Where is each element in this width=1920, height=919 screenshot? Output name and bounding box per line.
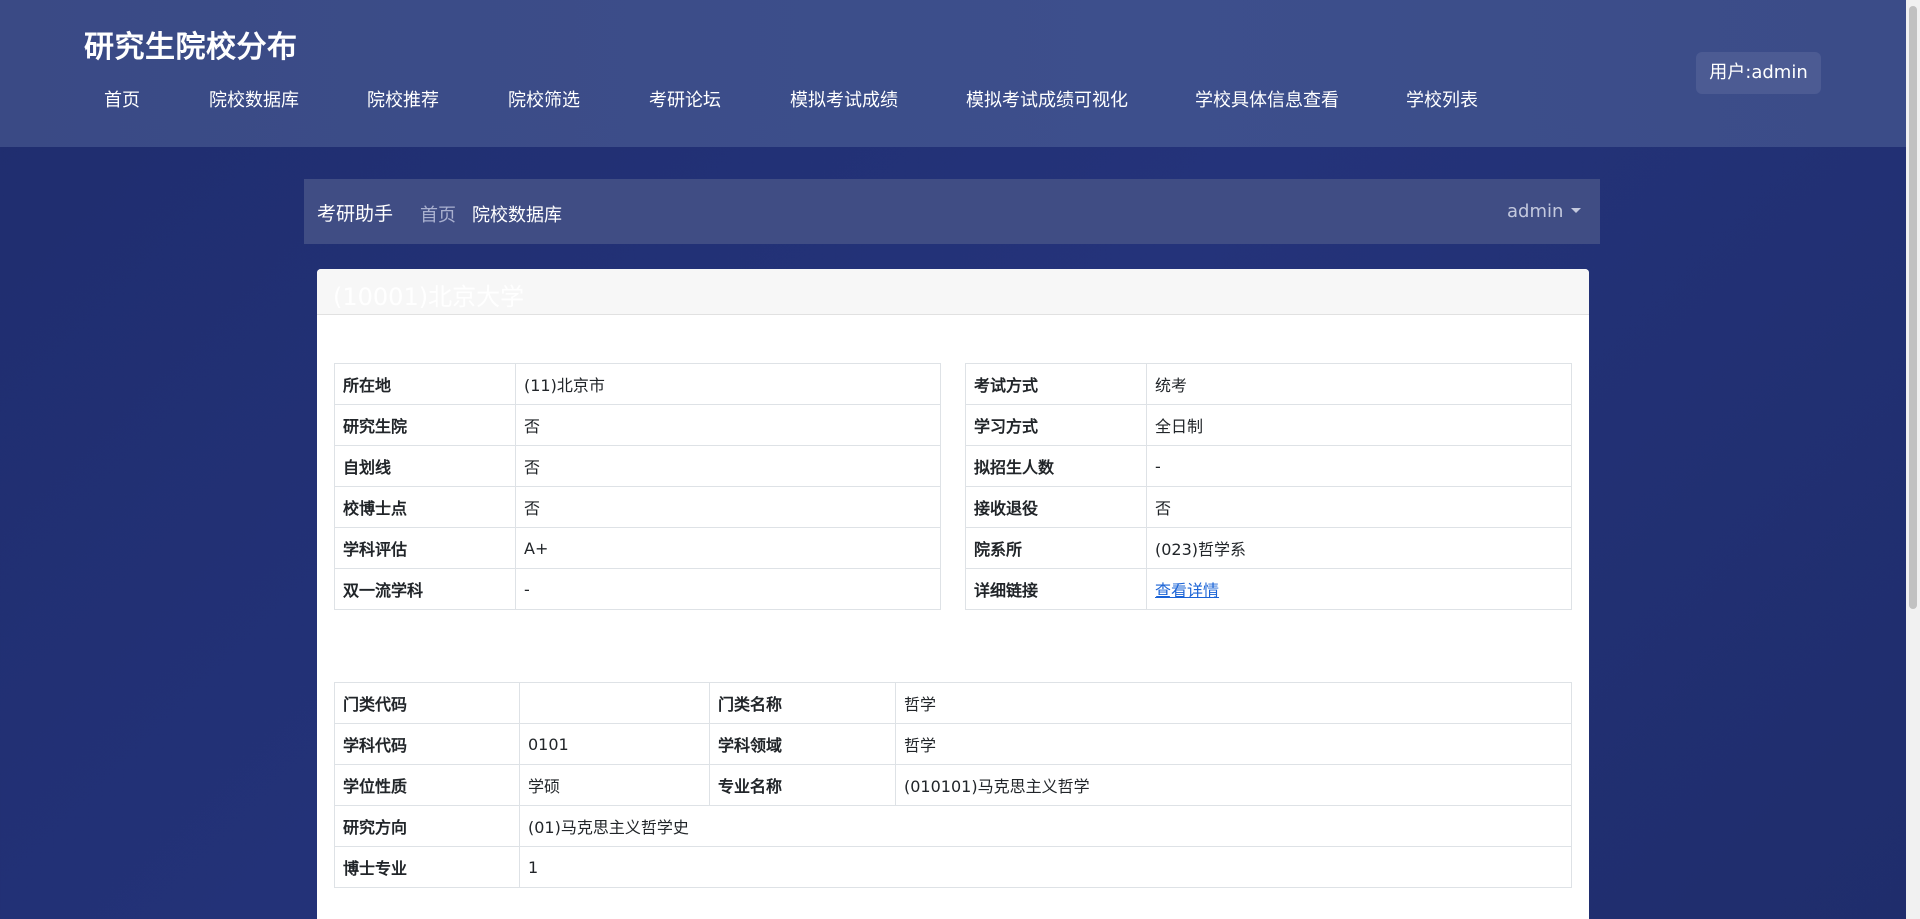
table-row: 考试方式 统考 <box>965 363 1572 405</box>
subject-field-label: 学科领域 <box>709 723 896 765</box>
row-value: 统考 <box>1146 363 1572 405</box>
school-detail-card: (10001)北京大学 所在地 (11)北京市 研究生院否 自划线否 校博士点否 … <box>317 269 1589 919</box>
row-value: - <box>1146 445 1572 487</box>
row-value: (11)北京市 <box>515 363 941 405</box>
table-row: 门类代码 门类名称 哲学 <box>334 682 1572 724</box>
row-value: 全日制 <box>1146 404 1572 446</box>
nav-school-info[interactable]: 学校具体信息查看 <box>1195 86 1339 112</box>
table-row: 接收退役否 <box>965 486 1572 528</box>
nav-forum[interactable]: 考研论坛 <box>649 86 721 112</box>
row-label: 校博士点 <box>334 486 516 528</box>
degree-type-value: 学硕 <box>519 764 710 806</box>
school-basic-table: 所在地 (11)北京市 研究生院否 自划线否 校博士点否 学科评估 A+ 双一流学科… <box>334 363 941 610</box>
nav-school-database[interactable]: 院校数据库 <box>209 86 299 112</box>
major-name-value: (010101)马克思主义哲学 <box>895 764 1572 806</box>
row-value: 否 <box>515 486 941 528</box>
scrollbar-thumb[interactable] <box>1909 6 1917 609</box>
category-code-value <box>519 682 710 724</box>
exam-info-table: 考试方式 统考 学习方式 全日制 拟招生人数 - 接收退役否 院系所 (023)哲学系 … <box>965 363 1572 610</box>
category-code-label: 门类代码 <box>334 682 520 724</box>
subject-code-label: 学科代码 <box>334 723 520 765</box>
row-value: - <box>515 568 941 610</box>
table-row: 拟招生人数 - <box>965 445 1572 487</box>
degree-type-label: 学位性质 <box>334 764 520 806</box>
row-label: 学习方式 <box>965 404 1147 446</box>
row-label: 接收退役 <box>965 486 1147 528</box>
breadcrumb-home[interactable]: 首页 <box>420 201 456 227</box>
row-label: 拟招生人数 <box>965 445 1147 487</box>
phd-label: 博士专业 <box>334 846 520 888</box>
user-badge[interactable]: 用户:admin <box>1696 52 1821 94</box>
row-value: (023)哲学系 <box>1146 527 1572 569</box>
row-value: 否 <box>515 404 941 446</box>
row-value: 否 <box>515 445 941 487</box>
nav-school-list[interactable]: 学校列表 <box>1406 86 1478 112</box>
breadcrumb-current: 院校数据库 <box>472 205 562 226</box>
table-row: 博士专业 1 <box>334 846 1572 888</box>
table-row: 双一流学科 - <box>334 568 941 610</box>
breadcrumb-bar: 考研助手 首页 院校数据库 admin <box>304 179 1600 244</box>
category-name-label: 门类名称 <box>709 682 896 724</box>
major-name-label: 专业名称 <box>709 764 896 806</box>
row-label: 双一流学科 <box>334 568 516 610</box>
research-label: 研究方向 <box>334 805 520 847</box>
row-label: 详细链接 <box>965 568 1147 610</box>
row-value: A+ <box>515 527 941 569</box>
account-name: admin <box>1507 201 1564 222</box>
major-detail-table: 门类代码 门类名称 哲学 学科代码 0101 学科领域 哲学 学位性质 学硕 专… <box>334 682 1572 888</box>
table-row: 自划线否 <box>334 445 941 487</box>
page-scrollbar[interactable] <box>1906 0 1920 919</box>
table-row: 院系所 (023)哲学系 <box>965 527 1572 569</box>
detail-link[interactable]: 查看详情 <box>1155 581 1219 600</box>
row-label: 院系所 <box>965 527 1147 569</box>
research-value: (01)马克思主义哲学史 <box>519 805 1572 847</box>
caret-down-icon <box>1571 207 1582 213</box>
table-row: 学科代码 0101 学科领域 哲学 <box>334 723 1572 765</box>
table-row: 学科评估 A+ <box>334 527 941 569</box>
table-row: 校博士点否 <box>334 486 941 528</box>
row-label: 研究生院 <box>334 404 516 446</box>
phd-value: 1 <box>519 846 1572 888</box>
subject-code-value: 0101 <box>519 723 710 765</box>
row-label: 学科评估 <box>334 527 516 569</box>
site-title: 研究生院校分布 <box>84 30 298 65</box>
table-row: 学习方式 全日制 <box>965 404 1572 446</box>
card-header: (10001)北京大学 <box>317 269 1589 315</box>
top-header: 研究生院校分布 首页 院校数据库 院校推荐 院校筛选 考研论坛 模拟考试成绩 模… <box>0 0 1906 147</box>
brand-name[interactable]: 考研助手 <box>317 199 393 226</box>
table-row: 详细链接 查看详情 <box>965 568 1572 610</box>
table-row: 学位性质 学硕 专业名称 (010101)马克思主义哲学 <box>334 764 1572 806</box>
nav-home[interactable]: 首页 <box>104 86 140 112</box>
nav-mock-scores-visual[interactable]: 模拟考试成绩可视化 <box>966 86 1128 112</box>
nav-school-filter[interactable]: 院校筛选 <box>508 86 580 112</box>
row-value: 否 <box>1146 486 1572 528</box>
school-title: (10001)北京大学 <box>333 283 525 311</box>
nav-school-recommend[interactable]: 院校推荐 <box>367 86 439 112</box>
row-value-link-cell: 查看详情 <box>1146 568 1572 610</box>
row-label: 考试方式 <box>965 363 1147 405</box>
subject-field-value: 哲学 <box>895 723 1572 765</box>
account-dropdown[interactable]: admin <box>1507 201 1582 222</box>
row-label: 自划线 <box>334 445 516 487</box>
table-row: 研究方向 (01)马克思主义哲学史 <box>334 805 1572 847</box>
category-name-value: 哲学 <box>895 682 1572 724</box>
nav-mock-scores[interactable]: 模拟考试成绩 <box>790 86 898 112</box>
row-label: 所在地 <box>334 363 516 405</box>
table-row: 所在地 (11)北京市 <box>334 363 941 405</box>
table-row: 研究生院否 <box>334 404 941 446</box>
